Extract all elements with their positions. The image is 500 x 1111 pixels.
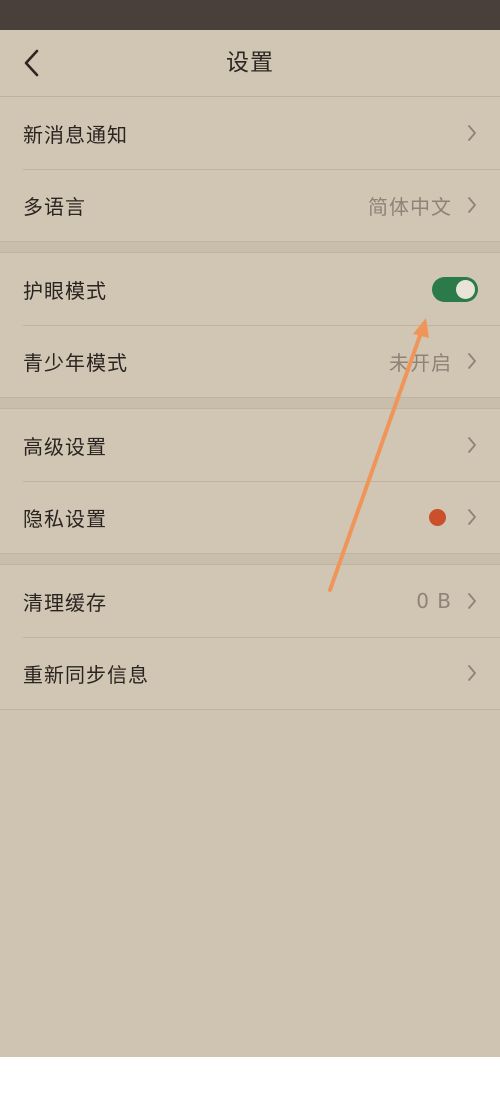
row-label: 青少年模式 bbox=[23, 350, 128, 375]
row-label: 多语言 bbox=[23, 194, 86, 219]
chevron-right-icon bbox=[466, 196, 478, 214]
chevron-right-icon bbox=[466, 592, 478, 610]
row-value: 简体中文 bbox=[368, 194, 452, 219]
group-divider bbox=[0, 553, 500, 565]
row-new-message-notification[interactable]: 新消息通知 bbox=[0, 97, 500, 169]
toggle-knob bbox=[456, 279, 475, 299]
eye-protection-toggle[interactable] bbox=[432, 276, 478, 302]
group-divider bbox=[0, 241, 500, 253]
chevron-right-icon bbox=[466, 664, 478, 682]
row-value: 未开启 bbox=[389, 350, 452, 375]
chevron-right-icon bbox=[466, 124, 478, 142]
row-privacy-settings[interactable]: 隐私设置 bbox=[0, 481, 500, 553]
page-title: 设置 bbox=[226, 50, 274, 76]
row-language[interactable]: 多语言 简体中文 bbox=[0, 169, 500, 241]
row-label: 高级设置 bbox=[23, 434, 107, 459]
settings-group: 护眼模式 青少年模式 未开启 bbox=[0, 253, 500, 397]
settings-group: 清理缓存 0 B 重新同步信息 bbox=[0, 565, 500, 709]
chevron-right-icon bbox=[466, 508, 478, 526]
row-clear-cache[interactable]: 清理缓存 0 B bbox=[0, 565, 500, 637]
row-resync-info[interactable]: 重新同步信息 bbox=[0, 637, 500, 709]
status-bar bbox=[0, 0, 500, 30]
row-label: 新消息通知 bbox=[23, 122, 128, 147]
row-advanced-settings[interactable]: 高级设置 bbox=[0, 409, 500, 481]
settings-screen: 设置 新消息通知 多语言 简体中文 护眼模式 青少年模式 未开启 高级设置 隐私… bbox=[0, 0, 500, 1057]
chevron-right-icon bbox=[466, 436, 478, 454]
chevron-right-icon bbox=[466, 352, 478, 370]
back-button[interactable] bbox=[14, 44, 50, 82]
chevron-left-icon bbox=[24, 49, 39, 77]
list-bottom-divider bbox=[0, 709, 500, 710]
row-eye-protection-mode[interactable]: 护眼模式 bbox=[0, 253, 500, 325]
row-value: 0 B bbox=[416, 589, 452, 613]
group-divider bbox=[0, 397, 500, 409]
settings-group: 高级设置 隐私设置 bbox=[0, 409, 500, 553]
row-teen-mode[interactable]: 青少年模式 未开启 bbox=[0, 325, 500, 397]
nav-bar: 设置 bbox=[0, 30, 500, 97]
notification-dot-badge bbox=[429, 508, 446, 526]
settings-list: 新消息通知 多语言 简体中文 护眼模式 青少年模式 未开启 高级设置 隐私设置 … bbox=[0, 97, 500, 710]
row-label: 清理缓存 bbox=[23, 590, 107, 615]
row-label: 护眼模式 bbox=[23, 278, 107, 303]
row-label: 隐私设置 bbox=[23, 506, 107, 531]
settings-group: 新消息通知 多语言 简体中文 bbox=[0, 97, 500, 241]
row-label: 重新同步信息 bbox=[23, 662, 149, 687]
